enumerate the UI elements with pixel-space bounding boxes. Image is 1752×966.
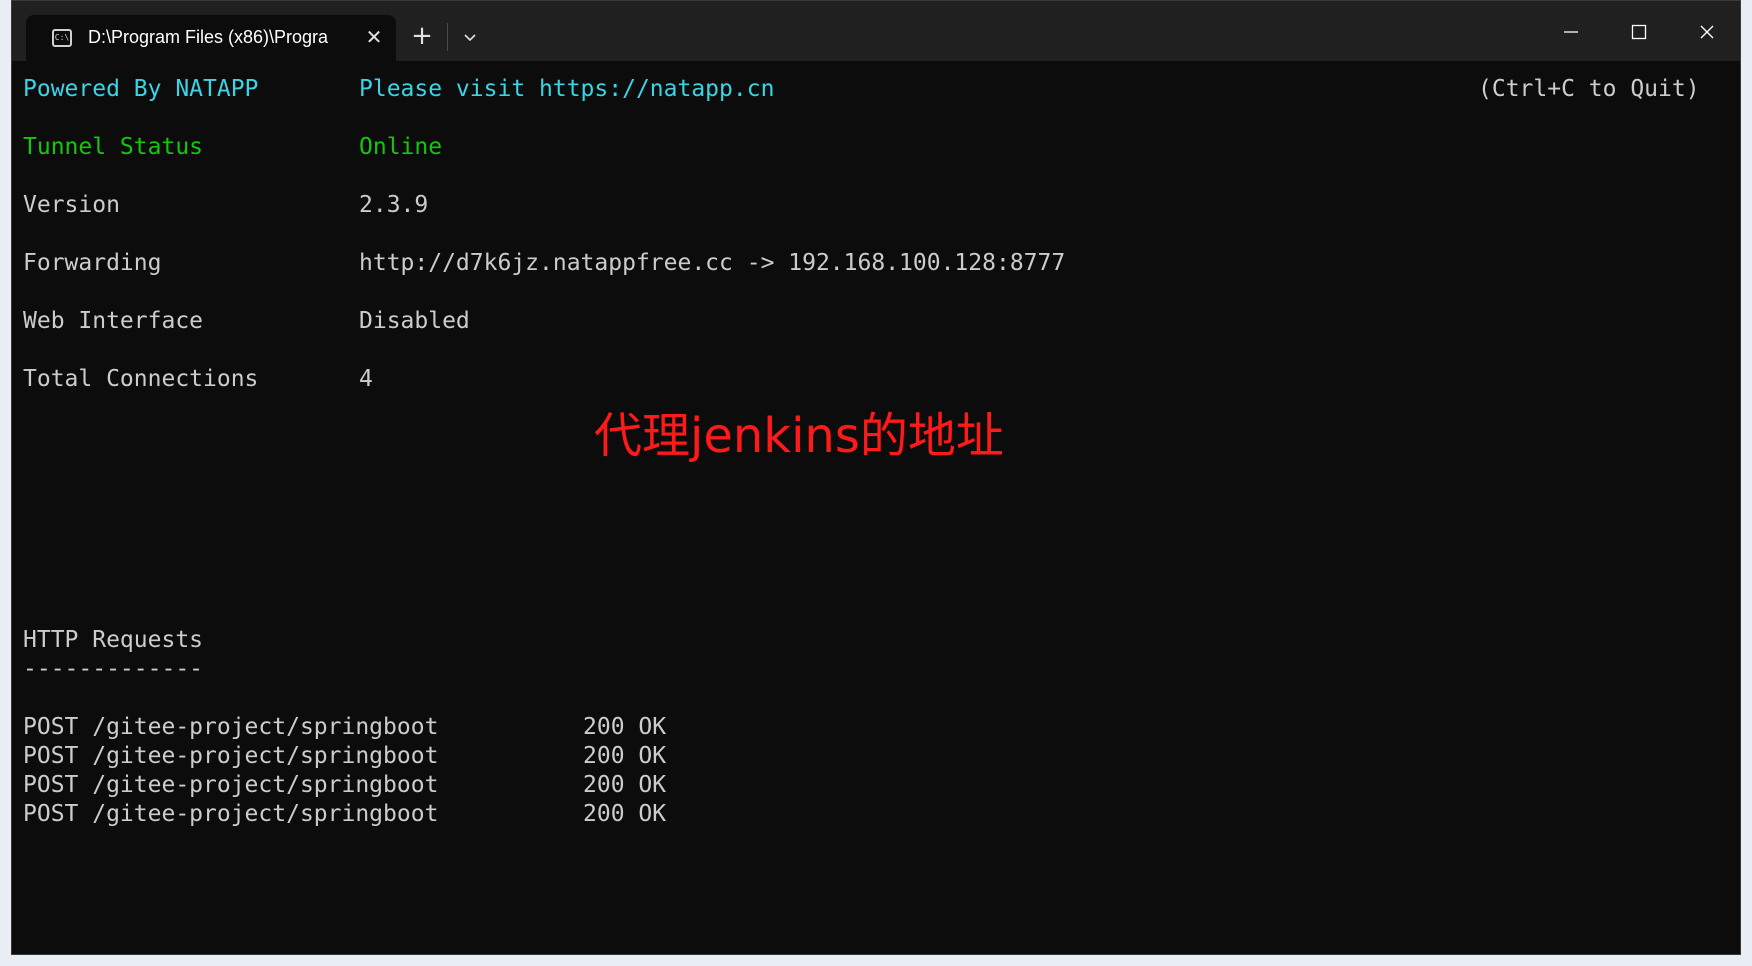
visit-text: Please visit https://natapp.cn — [359, 76, 775, 102]
close-tab-icon[interactable]: ✕ — [360, 23, 388, 51]
annotation-label: 代理jenkins的地址 — [594, 408, 1004, 464]
status-value: Online — [359, 134, 443, 160]
minimize-button[interactable] — [1541, 9, 1601, 53]
tab-title: D:\Program Files (x86)\Progra — [88, 27, 329, 47]
http-requests-title: HTTP Requests — [23, 627, 204, 653]
tab-dropdown-button[interactable] — [452, 19, 488, 55]
request-status: 200 OK — [583, 772, 667, 798]
tab-separator — [447, 23, 448, 51]
powered-by-text: Powered By NATAPP — [23, 76, 259, 102]
request-status: 200 OK — [583, 801, 667, 827]
version-value: 2.3.9 — [359, 192, 429, 218]
minimize-icon — [1564, 30, 1578, 33]
status-label: Tunnel Status — [23, 134, 204, 160]
request-status: 200 OK — [583, 714, 667, 740]
version-label: Version — [23, 192, 120, 218]
web-interface-value: Disabled — [359, 308, 470, 334]
request-path: POST /gitee-project/springboot — [23, 743, 439, 769]
maximize-button[interactable] — [1609, 9, 1669, 53]
http-requests-rule: ------------- — [23, 656, 204, 682]
quit-hint: (Ctrl+C to Quit) — [1478, 76, 1700, 102]
web-interface-label: Web Interface — [23, 308, 204, 334]
close-window-button[interactable] — [1677, 9, 1737, 53]
chevron-down-icon — [464, 33, 476, 41]
total-connections-value: 4 — [359, 366, 373, 392]
request-path: POST /gitee-project/springboot — [23, 714, 439, 740]
request-status: 200 OK — [583, 743, 667, 769]
console-output[interactable]: Powered By NATAPP Please visit https://n… — [12, 61, 1740, 956]
title-bar[interactable]: C:\ D:\Program Files (x86)\Progra ✕ + — [12, 1, 1740, 61]
forwarding-label: Forwarding — [23, 250, 162, 276]
request-path: POST /gitee-project/springboot — [23, 772, 439, 798]
forwarding-value: http://d7k6jz.natappfree.cc -> 192.168.1… — [359, 250, 1066, 276]
new-tab-button[interactable]: + — [402, 19, 442, 55]
terminal-tab[interactable]: C:\ D:\Program Files (x86)\Progra ✕ — [26, 15, 396, 61]
total-connections-label: Total Connections — [23, 366, 259, 392]
terminal-window: C:\ D:\Program Files (x86)\Progra ✕ + Po… — [11, 0, 1741, 955]
close-icon — [1700, 25, 1714, 38]
maximize-icon — [1631, 24, 1647, 39]
terminal-icon: C:\ — [52, 29, 72, 47]
request-path: POST /gitee-project/springboot — [23, 801, 439, 827]
